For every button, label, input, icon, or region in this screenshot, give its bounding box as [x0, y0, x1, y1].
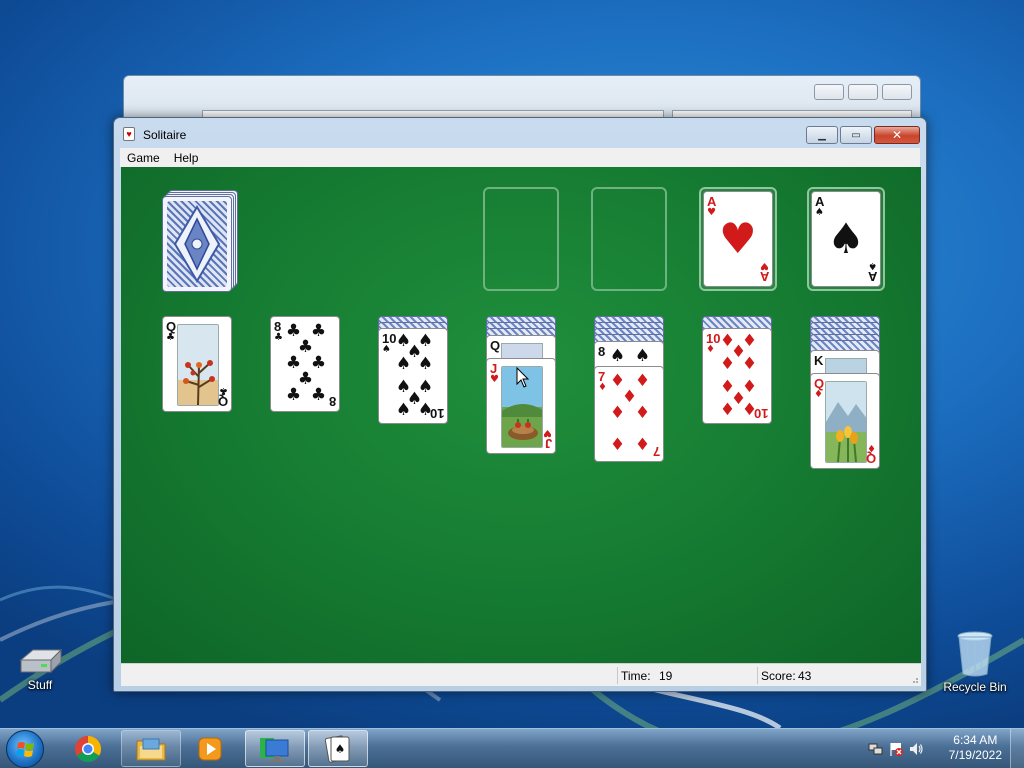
- card-ten-diamonds[interactable]: 10 ♦ ♦ ♦ ♦ ♦ ♦ ♦ ♦ ♦ ♦ ♦ 10: [702, 328, 772, 424]
- card-ace-hearts[interactable]: A ♥ ♥ A ♥: [703, 191, 773, 287]
- card-queen-clubs[interactable]: Q ♣ Q ♣: [162, 316, 232, 412]
- bg-maximize-button[interactable]: [848, 84, 878, 100]
- time-value: 19: [659, 669, 673, 683]
- window-title: Solitaire: [143, 128, 187, 142]
- menu-game[interactable]: Game: [120, 151, 167, 165]
- taskbar-chrome[interactable]: [58, 730, 118, 767]
- bg-close-button[interactable]: [882, 84, 912, 100]
- card-ten-spades[interactable]: 10 ♠ ♠ ♠ ♠ ♠ ♠ ♠ ♠ ♠ ♠ ♠ 10: [378, 328, 448, 424]
- score-label: Score:: [761, 669, 796, 683]
- system-tray: 6:34 AM 7/19/2022: [854, 729, 1024, 768]
- card-ace-spades[interactable]: A ♠ ♠ A ♠: [811, 191, 881, 287]
- solitaire-app-icon[interactable]: ♥: [123, 127, 135, 141]
- recycle-bin-icon: [957, 631, 993, 677]
- card-seven-diamonds[interactable]: 7 ♦ ♦ ♦ ♦ ♦ ♦ ♦ ♦ 7: [594, 366, 664, 462]
- time-label: Time:: [621, 669, 651, 683]
- minimize-button[interactable]: ▁: [806, 126, 838, 144]
- action-center-flag-icon[interactable]: [888, 741, 904, 757]
- resize-grip-icon[interactable]: [909, 674, 919, 684]
- clock[interactable]: 6:34 AM 7/19/2022: [949, 733, 1002, 763]
- foundation-slot-4[interactable]: A ♠ ♠ A ♠: [807, 187, 885, 291]
- close-icon: ✕: [891, 128, 903, 142]
- volume-icon[interactable]: [908, 741, 924, 757]
- queen-artwork: [825, 381, 867, 463]
- chrome-icon: [74, 735, 102, 762]
- stock-card-back[interactable]: [162, 196, 232, 292]
- drive-icon: [19, 648, 63, 674]
- game-board[interactable]: A ♥ ♥ A ♥ A ♠ ♠ A ♠ Q ♣ Q ♣ 8 ♣ ♣ ♣ ♣ ♣ …: [121, 167, 921, 663]
- solitaire-window: ♥ Solitaire ▁ ▭ ✕ Game Help A ♥ ♥ A ♥ A …: [113, 117, 927, 692]
- svg-text:♠: ♠: [335, 742, 346, 756]
- taskbar-media-player[interactable]: [180, 730, 240, 767]
- mouse-pointer-icon: [516, 367, 530, 388]
- maximize-button[interactable]: ▭: [840, 126, 872, 144]
- desktop-icon-label: Recycle Bin: [943, 680, 1007, 694]
- foundation-slot-2[interactable]: [591, 187, 667, 291]
- solitaire-taskbar-icon: ♠: [324, 734, 350, 763]
- menu-bar: Game Help: [120, 148, 920, 167]
- card-back-ornament: [173, 205, 221, 283]
- network-icon[interactable]: [868, 741, 884, 757]
- desktop-icon-recycle-bin[interactable]: Recycle Bin: [935, 630, 1015, 694]
- menu-help[interactable]: Help: [167, 151, 206, 165]
- spade-icon: ♠: [827, 214, 865, 263]
- show-desktop-button[interactable]: [1010, 729, 1024, 768]
- desktop-icon-stuff[interactable]: Stuff: [0, 646, 80, 692]
- title-bar[interactable]: ♥ Solitaire ▁ ▭ ✕: [114, 118, 926, 148]
- taskbar-solitaire[interactable]: ♠: [308, 730, 368, 767]
- foundation-slot-3[interactable]: A ♥ ♥ A ♥: [699, 187, 777, 291]
- taskbar: ♠ 6:34 AM 7/19/2022: [0, 728, 1024, 768]
- foundation-slot-1[interactable]: [483, 187, 559, 291]
- clock-time: 6:34 AM: [953, 733, 998, 747]
- remote-desktop-icon: [260, 737, 289, 762]
- bg-minimize-button[interactable]: [814, 84, 844, 100]
- card-eight-clubs[interactable]: 8 ♣ ♣ ♣ ♣ ♣ ♣ ♣ ♣ ♣ 8: [270, 316, 340, 412]
- score-value: 43: [798, 669, 812, 683]
- taskbar-remote-desktop[interactable]: [245, 730, 305, 767]
- queen-artwork: [177, 324, 219, 406]
- card-queen-diamonds[interactable]: Q ♦ Q ♦: [810, 373, 880, 469]
- taskbar-file-explorer[interactable]: [121, 730, 181, 767]
- minimize-icon: ▁: [818, 129, 826, 141]
- stock-pile[interactable]: [162, 190, 238, 292]
- desktop-icon-label: Stuff: [27, 678, 53, 692]
- clock-date: 7/19/2022: [948, 748, 1002, 762]
- heart-icon: ♥: [719, 214, 757, 263]
- status-bar: Time: 19 Score: 43: [121, 663, 921, 686]
- maximize-icon: ▭: [851, 129, 861, 141]
- folder-icon: [136, 738, 166, 760]
- windows-logo-icon: [16, 742, 34, 757]
- close-button[interactable]: ✕: [874, 126, 920, 144]
- start-button[interactable]: [6, 730, 44, 768]
- media-player-icon: [198, 737, 222, 760]
